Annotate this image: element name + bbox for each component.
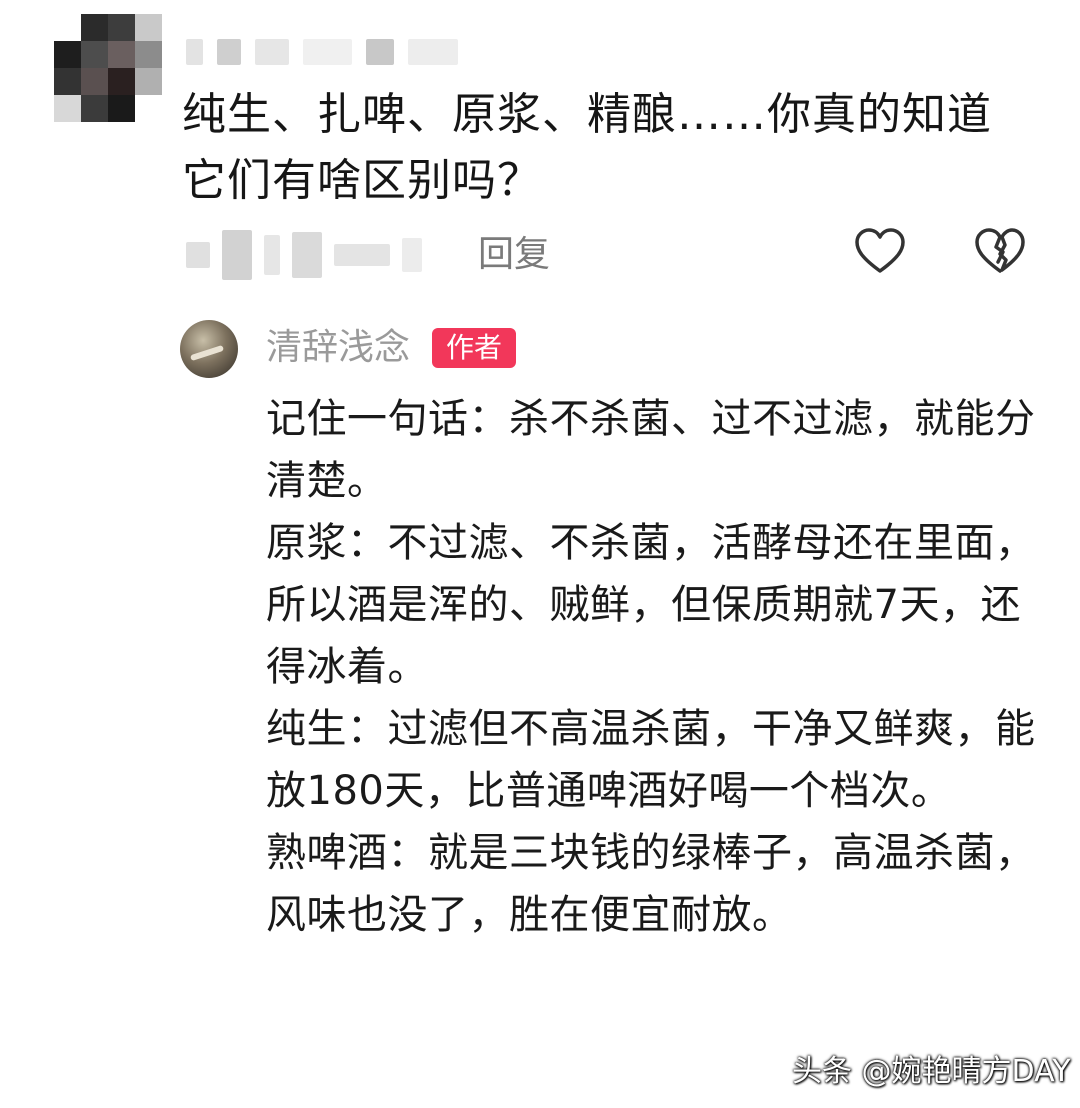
- author-badge: 作者: [432, 328, 516, 368]
- comment-time-blurred: [186, 230, 426, 280]
- broken-heart-icon[interactable]: [972, 224, 1028, 280]
- reply-paragraph: 原浆：不过滤、不杀菌，活酵母还在里面，所以酒是浑的、贼鲜，但保质期就7天，还得冰…: [266, 520, 1036, 690]
- reply-paragraph: 熟啤酒：就是三块钱的绿棒子，高温杀菌，风味也没了，胜在便宜耐放。: [266, 830, 1036, 938]
- reply-paragraph: 纯生：过滤但不高温杀菌，干净又鲜爽，能放180天，比普通啤酒好喝一个档次。: [266, 706, 1036, 814]
- author-avatar[interactable]: [180, 320, 238, 378]
- heart-outline-icon[interactable]: [852, 224, 908, 280]
- commenter-avatar[interactable]: [54, 14, 162, 122]
- author-reply-body: 记住一句话：杀不杀菌、过不过滤，就能分清楚。 原浆：不过滤、不杀菌，活酵母还在里…: [266, 388, 1046, 946]
- comment-text: 纯生、扎啤、原浆、精酿……你真的知道它们有啥区别吗？: [182, 89, 992, 206]
- commenter-name-blurred: [186, 32, 458, 72]
- watermark: 头条 @婉艳晴方DAY: [792, 1054, 1071, 1089]
- reply-button[interactable]: 回复: [478, 230, 550, 280]
- reply-paragraph: 记住一句话：杀不杀菌、过不过滤，就能分清楚。: [266, 396, 1036, 504]
- comment-meta-row: 回复: [186, 224, 1046, 288]
- avatar-mosaic: [54, 14, 162, 122]
- author-name[interactable]: 清辞浅念: [266, 322, 410, 374]
